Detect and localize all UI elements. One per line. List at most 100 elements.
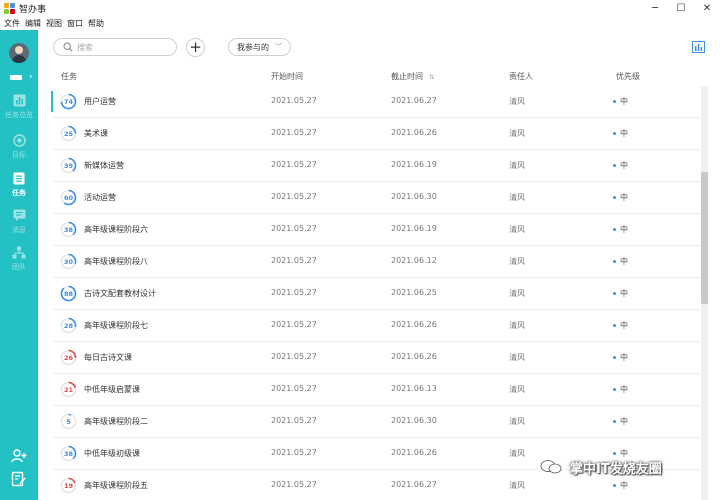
menu-help[interactable]: 帮助: [88, 18, 104, 29]
owner-name: 清风: [509, 97, 525, 106]
start-date: 2021.05.27: [271, 384, 317, 393]
priority[interactable]: 中: [613, 160, 628, 171]
table-row[interactable]: 21 中低年级启蒙课 2021.05.27 2021.06.13 清风 中: [53, 374, 701, 406]
start-date: 2021.05.27: [271, 448, 317, 457]
task-name[interactable]: 用户运营: [84, 96, 116, 107]
start-date: 2021.05.27: [271, 416, 317, 425]
end-date: 2021.06.27: [391, 96, 437, 105]
priority[interactable]: 中: [613, 352, 628, 363]
watermark-text: 掌中IT发烧友圈: [570, 461, 662, 477]
owner-name: 清风: [509, 193, 525, 202]
minimize-button[interactable]: ─: [642, 0, 668, 17]
task-name[interactable]: 中低年级初级课: [84, 448, 140, 459]
add-member-icon[interactable]: [11, 448, 27, 464]
sidebar-item-team[interactable]: 团队: [0, 245, 38, 281]
progress-value: 38: [63, 449, 74, 458]
sidebar-item-tasks[interactable]: 任务: [0, 171, 38, 207]
message-icon: [12, 208, 26, 222]
priority[interactable]: 中: [613, 480, 628, 491]
priority[interactable]: 中: [613, 256, 628, 267]
priority[interactable]: 中: [613, 384, 628, 395]
toolbar: 搜索 + 我参与的 ﹀: [38, 30, 720, 66]
scrollbar-thumb[interactable]: [701, 172, 708, 304]
progress-value: 39: [63, 161, 74, 170]
priority-label: 中: [620, 257, 628, 266]
priority[interactable]: 中: [613, 288, 628, 299]
priority-dot-icon: [613, 356, 616, 359]
priority[interactable]: 中: [613, 320, 628, 331]
close-button[interactable]: ✕: [694, 0, 720, 17]
menu-view[interactable]: 视图: [46, 18, 62, 29]
task-name[interactable]: 高年级课程阶段五: [84, 480, 148, 491]
priority-dot-icon: [613, 196, 616, 199]
start-date: 2021.05.27: [271, 224, 317, 233]
start-date: 2021.05.27: [271, 160, 317, 169]
owner-name: 清风: [509, 257, 525, 266]
table-row[interactable]: 39 新媒体运营 2021.05.27 2021.06.19 清风 中: [53, 150, 701, 182]
task-name[interactable]: 高年级课程阶段二: [84, 416, 148, 427]
task-table: 74 用户运营 2021.05.27 2021.06.27 清风中 25 美术课 2021.0…: [38, 86, 701, 500]
priority[interactable]: 中: [613, 416, 628, 427]
sidebar-item-label: 团队: [12, 263, 26, 271]
chevron-right-icon: ›: [29, 72, 33, 82]
column-header-priority[interactable]: 优先级: [616, 71, 640, 82]
avatar[interactable]: [9, 43, 29, 63]
sidebar-item-messages[interactable]: 消息: [0, 208, 38, 244]
column-header-task[interactable]: 任务: [61, 71, 77, 82]
table-row[interactable]: 5 高年级课程阶段二 2021.05.27 2021.06.30 清风 中: [53, 406, 701, 438]
priority-dot-icon: [613, 100, 616, 103]
sidebar-item-overview[interactable]: 任务总览: [0, 93, 38, 129]
start-date: 2021.05.27: [271, 96, 317, 105]
task-name[interactable]: 新媒体运营: [84, 160, 124, 171]
bar-chart-icon[interactable]: [692, 41, 705, 53]
column-header-start[interactable]: 开始时间: [271, 71, 303, 82]
table-row[interactable]: 25 美术课 2021.05.27 2021.06.26 清风 中: [53, 118, 701, 150]
menu-bar: 文件 编辑 视图 窗口 帮助: [0, 17, 720, 30]
table-row[interactable]: 60 活动运营 2021.05.27 2021.06.30 清风 中: [53, 182, 701, 214]
start-date: 2021.05.27: [271, 480, 317, 489]
table-row[interactable]: 74 用户运营 2021.05.27 2021.06.27 清风 中: [51, 86, 701, 118]
progress-value: 26: [63, 353, 74, 362]
priority[interactable]: 中: [613, 192, 628, 203]
priority-dot-icon: [613, 164, 616, 167]
sidebar-item-goals[interactable]: 目标: [0, 133, 38, 169]
table-row[interactable]: 28 高年级课程阶段七 2021.05.27 2021.06.26 清风 中: [53, 310, 701, 342]
table-row[interactable]: 30 高年级课程阶段八 2021.05.27 2021.06.12 清风 中: [53, 246, 701, 278]
owner-name: 清风: [509, 321, 525, 330]
table-row[interactable]: 26 每日古诗文课 2021.05.27 2021.06.26 清风 中: [53, 342, 701, 374]
menu-window[interactable]: 窗口: [67, 18, 83, 29]
task-name[interactable]: 高年级课程阶段八: [84, 256, 148, 267]
end-date: 2021.06.26: [391, 352, 437, 361]
sort-icon[interactable]: ⇅: [429, 74, 434, 81]
menu-file[interactable]: 文件: [4, 18, 20, 29]
task-name[interactable]: 古诗文配套教材设计: [84, 288, 156, 299]
column-header-end[interactable]: 截止时间 ⇅: [391, 71, 434, 82]
column-header-owner[interactable]: 责任人: [509, 71, 533, 82]
search-input[interactable]: 搜索: [53, 38, 177, 56]
priority-dot-icon: [613, 292, 616, 295]
app-title: 智办事: [19, 5, 47, 15]
end-date: 2021.06.26: [391, 128, 437, 137]
table-row[interactable]: 88 古诗文配套教材设计 2021.05.27 2021.06.25 清风 中: [53, 278, 701, 310]
org-switch-button[interactable]: ›: [10, 72, 36, 82]
priority-label: 中: [620, 321, 628, 330]
add-task-button[interactable]: +: [186, 38, 205, 57]
priority[interactable]: 中: [613, 224, 628, 235]
task-name[interactable]: 美术课: [84, 128, 108, 139]
task-name[interactable]: 高年级课程阶段七: [84, 320, 148, 331]
edit-note-icon[interactable]: [11, 471, 27, 487]
filter-dropdown[interactable]: 我参与的 ﹀: [228, 38, 291, 56]
priority[interactable]: 中: [613, 128, 628, 139]
end-date: 2021.06.27: [391, 480, 437, 489]
maximize-button[interactable]: ☐: [668, 0, 694, 17]
priority-label: 中: [620, 97, 628, 106]
end-date: 2021.06.12: [391, 256, 437, 265]
table-row[interactable]: 38 高年级课程阶段六 2021.05.27 2021.06.19 清风 中: [53, 214, 701, 246]
task-name[interactable]: 每日古诗文课: [84, 352, 132, 363]
owner-name: 清风: [509, 129, 525, 138]
task-name[interactable]: 中低年级启蒙课: [84, 384, 140, 395]
task-name[interactable]: 活动运营: [84, 192, 116, 203]
menu-edit[interactable]: 编辑: [25, 18, 41, 29]
priority[interactable]: 中: [613, 96, 628, 107]
task-name[interactable]: 高年级课程阶段六: [84, 224, 148, 235]
